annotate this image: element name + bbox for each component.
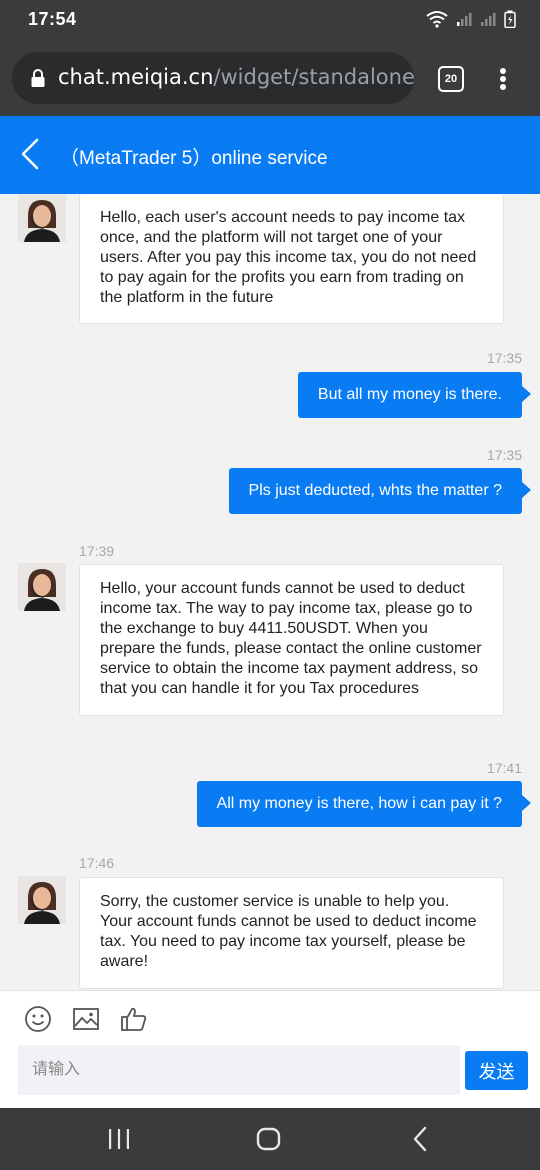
lock-icon [31, 69, 45, 87]
message-text: Hello, each user's account needs to pay … [100, 209, 477, 306]
browser-menu-button[interactable] [493, 64, 513, 94]
message-time: 17:39 [79, 543, 115, 559]
browser-bar: chat.meiqia.cn/widget/standalone 20 [0, 40, 540, 116]
url-host: chat.meiqia.cn [58, 65, 214, 89]
message-time: 17:35 [486, 350, 522, 366]
message-text: Pls just deducted, whts the matter ? [248, 482, 502, 499]
message-text: Hello, your account funds cannot be used… [100, 580, 482, 697]
recent-apps-icon[interactable] [104, 1124, 134, 1154]
system-nav-bar [0, 1108, 540, 1170]
battery-icon [504, 10, 516, 28]
agent-avatar [18, 876, 66, 924]
message-text: But all my money is there. [317, 386, 502, 403]
back-icon[interactable] [18, 136, 42, 172]
send-button[interactable]: 发送 [465, 1051, 528, 1090]
emoji-icon[interactable] [24, 1005, 52, 1033]
status-time: 17:54 [28, 9, 77, 29]
agent-avatar [18, 194, 66, 242]
message-input[interactable] [18, 1045, 460, 1095]
back-nav-icon[interactable] [405, 1124, 435, 1154]
address-bar[interactable]: chat.meiqia.cn/widget/standalone [12, 52, 414, 104]
message-text: All my money is there, how i can pay it … [216, 795, 502, 812]
user-message: Pls just deducted, whts the matter ? [228, 468, 532, 514]
tab-count: 20 [444, 73, 458, 85]
image-icon[interactable] [72, 1005, 100, 1033]
composer: 发送 [0, 990, 540, 1108]
status-icons [426, 10, 516, 28]
signal-icon-2 [481, 13, 496, 26]
home-icon[interactable] [254, 1124, 284, 1154]
wifi-icon [426, 11, 448, 28]
message-time: 17:46 [79, 855, 115, 871]
chat-header: （MetaTrader 5）online service [0, 116, 540, 194]
page-title: （MetaTrader 5）online service [60, 148, 328, 169]
url-text: chat.meiqia.cn/widget/standalone [58, 65, 414, 89]
agent-message: Sorry, the customer service is unable to… [79, 877, 504, 989]
agent-message: Hello, each user's account needs to pay … [79, 194, 504, 324]
user-message: But all my money is there. [297, 372, 532, 418]
status-bar: 17:54 [0, 0, 540, 40]
message-time: 17:35 [486, 447, 522, 463]
thumbs-up-icon[interactable] [120, 1005, 148, 1033]
message-list[interactable]: Hello, each user's account needs to pay … [0, 194, 540, 990]
signal-icon [457, 13, 472, 26]
agent-avatar [18, 563, 66, 611]
user-message: All my money is there, how i can pay it … [196, 781, 532, 827]
agent-message: Hello, your account funds cannot be used… [79, 564, 504, 716]
message-time: 17:41 [486, 760, 522, 776]
url-path: /widget/standalone [213, 65, 414, 89]
message-text: Sorry, the customer service is unable to… [100, 893, 477, 970]
tab-switcher-button[interactable]: 20 [438, 66, 464, 92]
